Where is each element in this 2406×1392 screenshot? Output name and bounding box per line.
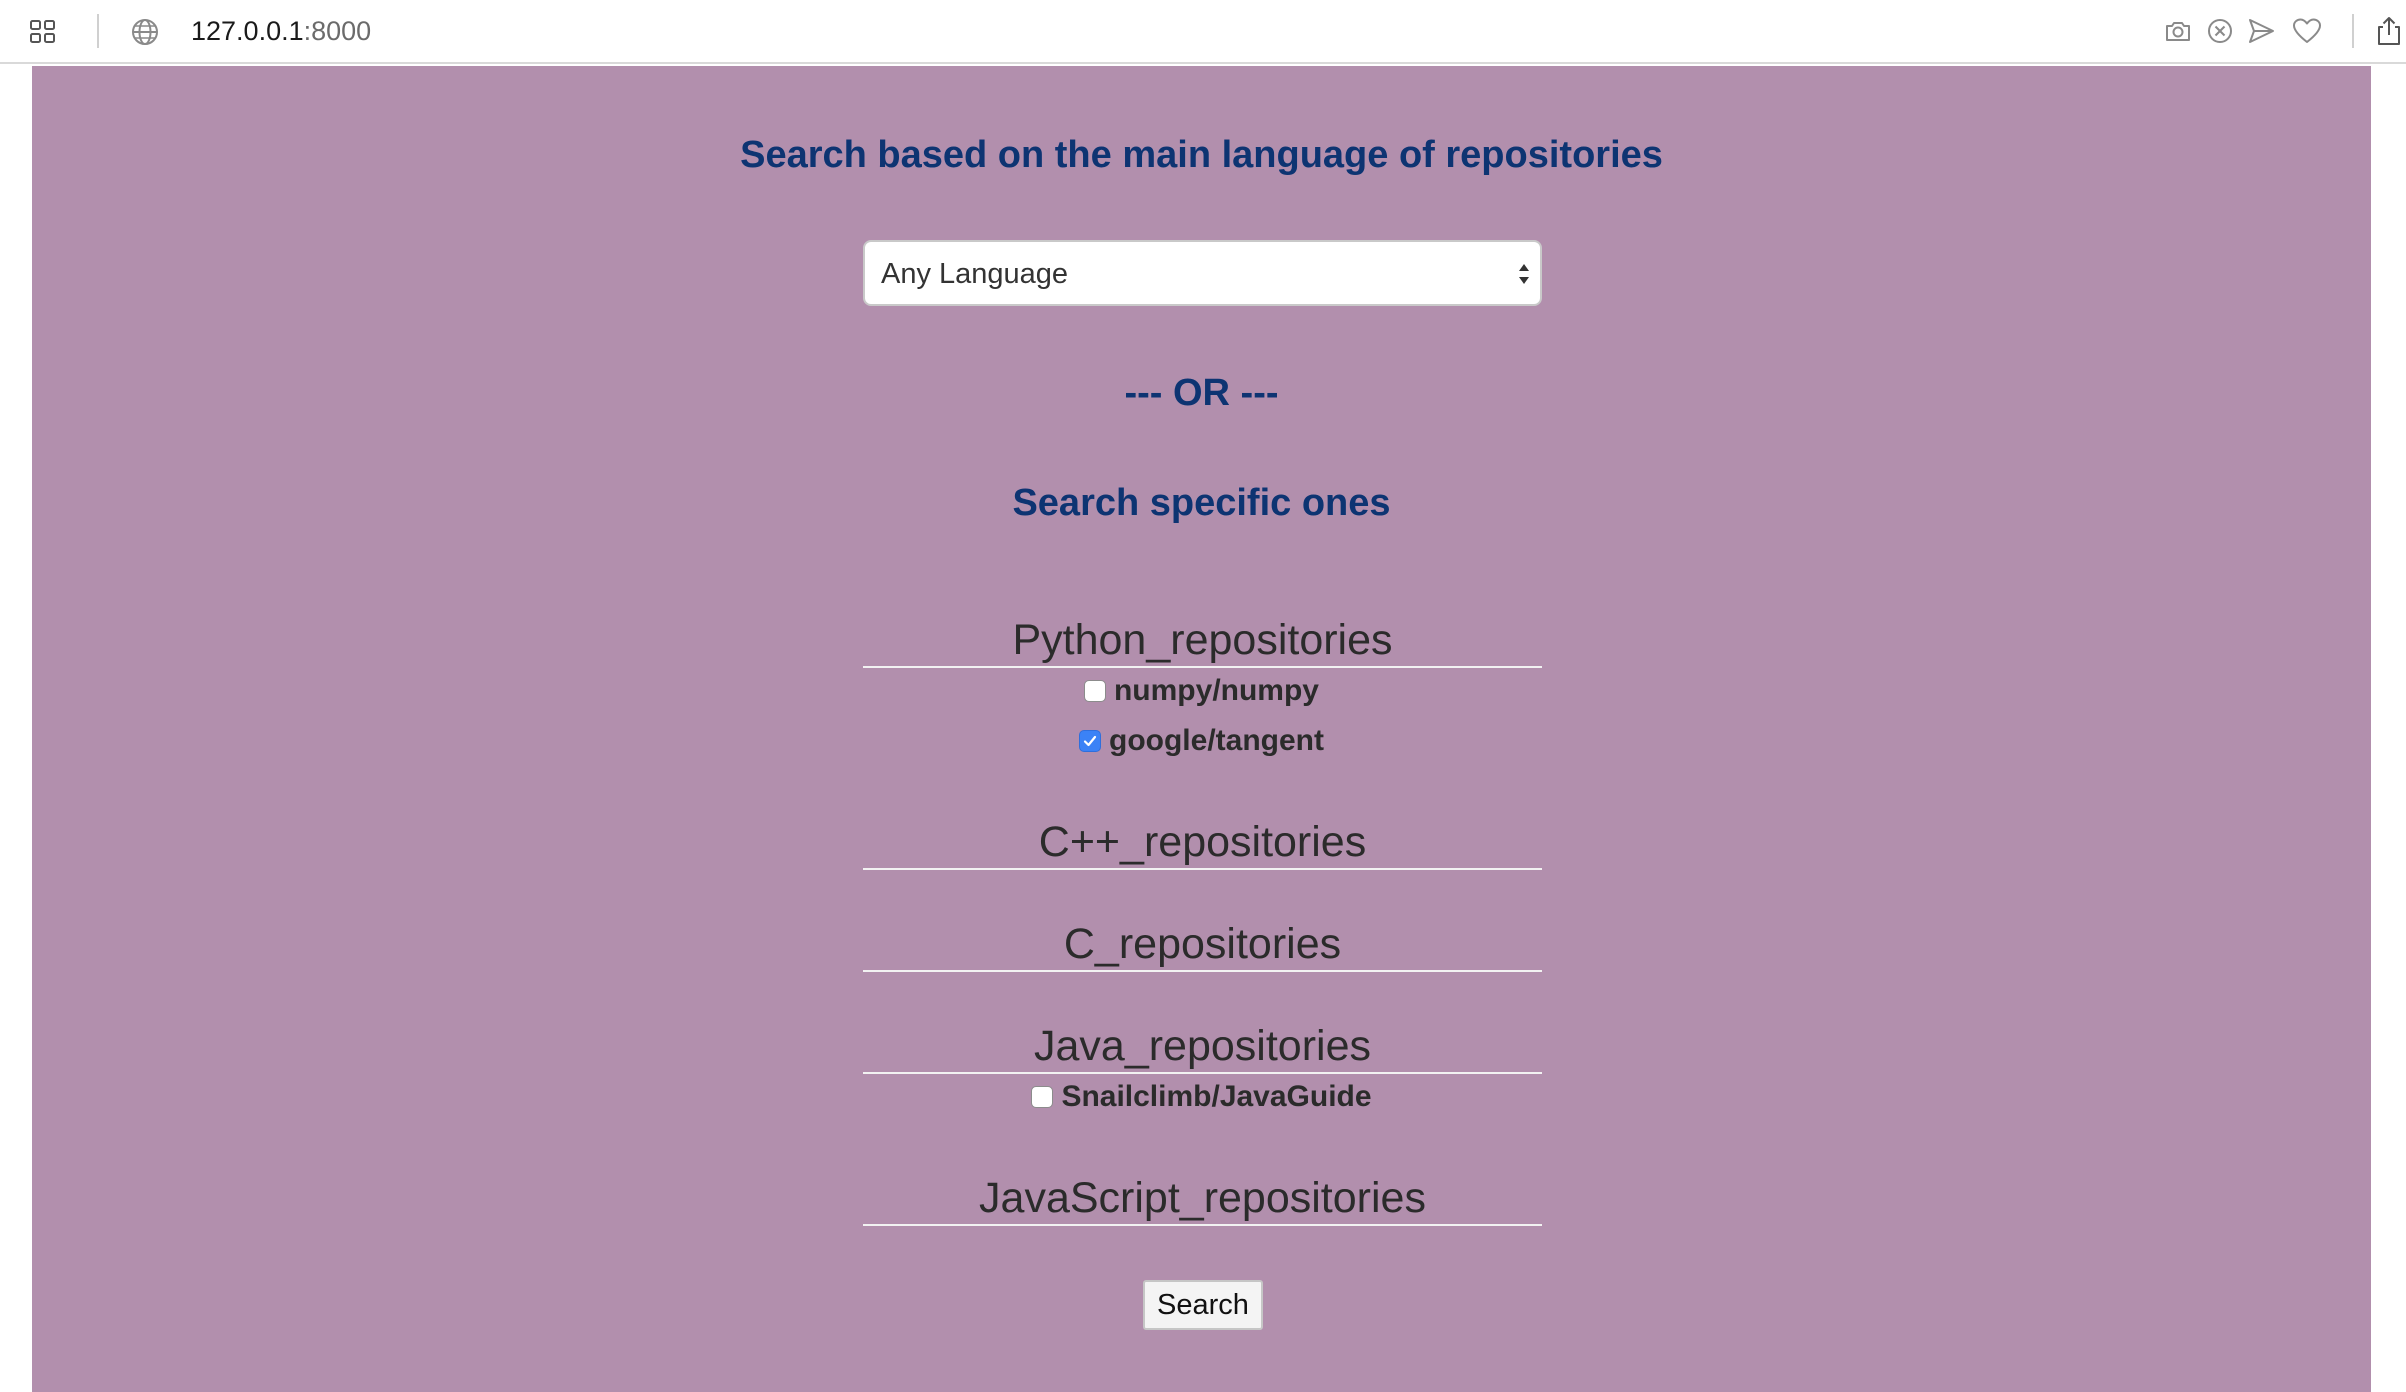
main-heading: Search based on the main language of rep… bbox=[740, 134, 1663, 176]
globe-icon bbox=[129, 16, 161, 48]
close-circle-icon[interactable] bbox=[2205, 16, 2235, 46]
or-divider: --- OR --- bbox=[1124, 372, 1279, 414]
repo-row-javaguide[interactable]: Snailclimb/JavaGuide bbox=[32, 1077, 2371, 1117]
language-select-value: Any Language bbox=[881, 258, 1069, 290]
camera-icon[interactable] bbox=[2163, 16, 2193, 46]
tangent-label: google/tangent bbox=[1109, 724, 1324, 757]
share-icon[interactable] bbox=[2374, 14, 2404, 48]
browser-toolbar: 127.0.0.1:8000 bbox=[0, 0, 2406, 64]
url-host: 127.0.0.1 bbox=[191, 16, 304, 46]
python-repositories-header: Python_repositories bbox=[863, 614, 1542, 668]
javaguide-checkbox[interactable] bbox=[1031, 1086, 1054, 1108]
repo-row-numpy[interactable]: numpy/numpy bbox=[32, 671, 2371, 711]
java-repositories-header: Java_repositories bbox=[863, 1020, 1542, 1074]
toolbar-separator bbox=[97, 14, 99, 48]
numpy-label: numpy/numpy bbox=[1113, 674, 1319, 707]
heart-icon[interactable] bbox=[2291, 16, 2323, 46]
language-select[interactable]: Any Language bbox=[863, 240, 1542, 306]
specific-heading: Search specific ones bbox=[1012, 482, 1391, 524]
search-button[interactable]: Search bbox=[1143, 1280, 1263, 1330]
url-port: :8000 bbox=[303, 16, 372, 46]
javaguide-label: Snailclimb/JavaGuide bbox=[1061, 1080, 1372, 1113]
grid-icon[interactable] bbox=[28, 17, 58, 47]
c-repositories-header: C_repositories bbox=[863, 918, 1542, 972]
numpy-checkbox[interactable] bbox=[1083, 680, 1106, 702]
page-content: Search based on the main language of rep… bbox=[32, 66, 2371, 1392]
javascript-repositories-header: JavaScript_repositories bbox=[863, 1172, 1542, 1226]
checkmark-icon bbox=[1083, 735, 1097, 747]
repo-row-tangent[interactable]: google/tangent bbox=[32, 721, 2371, 761]
toolbar-separator bbox=[2352, 14, 2354, 48]
send-icon[interactable] bbox=[2246, 16, 2276, 46]
cpp-repositories-header: C++_repositories bbox=[863, 816, 1542, 870]
address-bar[interactable]: 127.0.0.1:8000 bbox=[191, 14, 371, 48]
tangent-checkbox[interactable] bbox=[1079, 730, 1101, 752]
select-arrows-icon bbox=[1516, 256, 1532, 292]
